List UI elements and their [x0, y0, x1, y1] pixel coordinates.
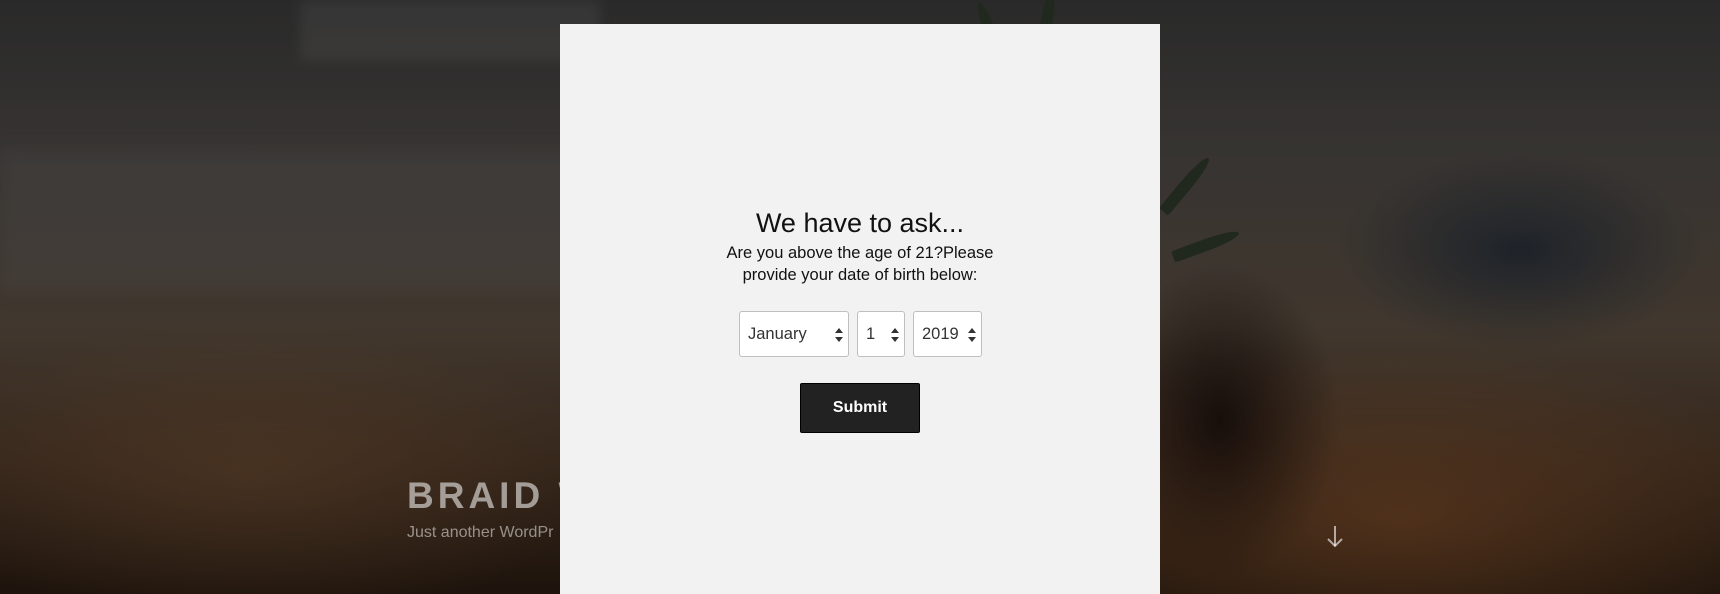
- submit-button[interactable]: Submit: [800, 383, 920, 433]
- site-tagline: Just another WordPr: [407, 524, 554, 541]
- month-select[interactable]: January: [739, 311, 849, 357]
- age-gate-message-line2: provide your date of birth below:: [742, 266, 978, 284]
- date-of-birth-row: January 1 2019: [560, 311, 1160, 359]
- age-gate-modal: We have to ask... Are you above the age …: [560, 24, 1160, 594]
- age-gate-message-line1: Are you above the age of 21?Please: [726, 244, 994, 262]
- month-select-value: January: [748, 325, 807, 343]
- select-arrows-icon: [891, 328, 899, 342]
- day-select[interactable]: 1: [857, 311, 905, 357]
- age-gate-title: We have to ask...: [755, 208, 965, 238]
- year-select[interactable]: 2019: [913, 311, 982, 357]
- age-gate-message: Are you above the age of 21?Please provi…: [710, 242, 1010, 286]
- select-arrows-icon: [835, 328, 843, 342]
- day-select-value: 1: [866, 325, 876, 343]
- select-arrows-icon: [968, 328, 976, 342]
- arrow-down-icon[interactable]: [1325, 524, 1345, 550]
- year-select-value: 2019: [922, 325, 959, 343]
